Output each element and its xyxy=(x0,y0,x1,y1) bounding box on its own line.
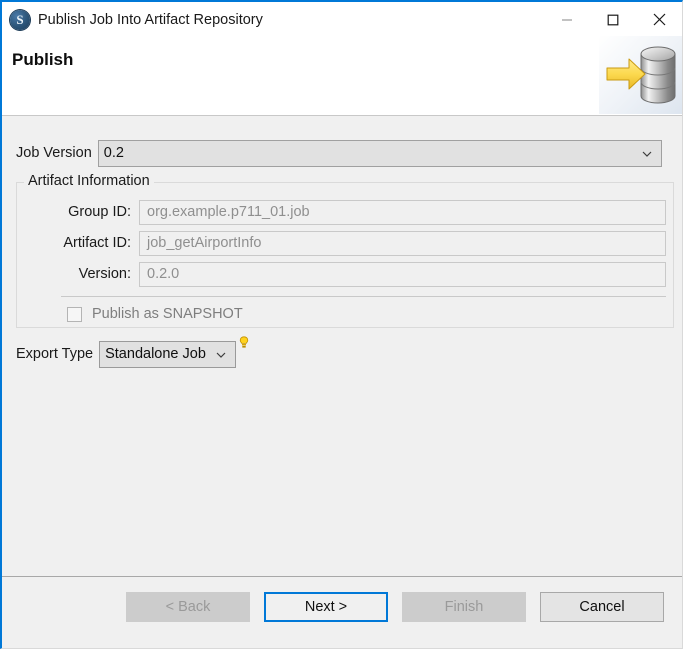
group-id-input[interactable]: org.example.p711_01.job xyxy=(139,200,666,225)
chevron-down-icon xyxy=(215,348,227,360)
group-id-value: org.example.p711_01.job xyxy=(140,204,310,220)
version-value: 0.2.0 xyxy=(140,266,179,282)
job-version-value: 0.2 xyxy=(99,145,124,161)
artifact-information-legend: Artifact Information xyxy=(24,173,154,189)
title-bar: Publish Job Into Artifact Repository xyxy=(2,2,682,37)
publish-job-dialog: Publish Job Into Artifact Repository Pub… xyxy=(0,0,683,649)
window-controls xyxy=(544,2,682,37)
lightbulb-hint-icon[interactable] xyxy=(239,336,249,349)
cancel-button[interactable]: Cancel xyxy=(540,592,664,622)
artifact-repository-database-icon xyxy=(599,36,682,114)
maximize-icon[interactable] xyxy=(590,2,636,37)
publish-snapshot-checkbox[interactable] xyxy=(67,307,82,322)
publish-snapshot-row[interactable]: Publish as SNAPSHOT xyxy=(67,302,243,326)
page-title: Publish xyxy=(12,50,73,70)
export-type-row: Export Type Standalone Job xyxy=(16,340,236,368)
job-version-combo[interactable]: 0.2 xyxy=(98,140,662,167)
group-id-row: Group ID: org.example.p711_01.job xyxy=(17,199,673,225)
back-button[interactable]: < Back xyxy=(126,592,250,622)
minimize-icon[interactable] xyxy=(544,2,590,37)
job-version-row: Job Version 0.2 xyxy=(16,139,662,167)
export-type-label: Export Type xyxy=(16,346,93,362)
dialog-footer: < Back Next > Finish Cancel xyxy=(2,576,682,648)
dialog-body: Job Version 0.2 Artifact Information Gro… xyxy=(2,116,682,577)
version-row: Version: 0.2.0 xyxy=(17,261,673,287)
publish-snapshot-label: Publish as SNAPSHOT xyxy=(92,306,243,322)
artifact-id-label: Artifact ID: xyxy=(17,235,139,251)
job-version-label: Job Version xyxy=(16,145,92,161)
artifact-id-input[interactable]: job_getAirportInfo xyxy=(139,231,666,256)
talend-studio-icon xyxy=(10,10,30,30)
export-type-combo[interactable]: Standalone Job xyxy=(99,341,236,368)
artifact-information-group: Artifact Information Group ID: org.examp… xyxy=(16,182,674,328)
artifact-id-value: job_getAirportInfo xyxy=(140,235,261,251)
button-bar: < Back Next > Finish Cancel xyxy=(126,592,664,622)
finish-button[interactable]: Finish xyxy=(402,592,526,622)
close-icon[interactable] xyxy=(636,2,682,37)
version-input[interactable]: 0.2.0 xyxy=(139,262,666,287)
chevron-down-icon xyxy=(641,147,653,159)
next-button[interactable]: Next > xyxy=(264,592,388,622)
window-title: Publish Job Into Artifact Repository xyxy=(38,12,263,28)
group-id-label: Group ID: xyxy=(17,204,139,220)
wizard-header: Publish xyxy=(2,37,682,116)
version-label: Version: xyxy=(17,266,139,282)
export-type-value: Standalone Job xyxy=(100,346,206,362)
group-divider xyxy=(61,296,666,297)
artifact-id-row: Artifact ID: job_getAirportInfo xyxy=(17,230,673,256)
